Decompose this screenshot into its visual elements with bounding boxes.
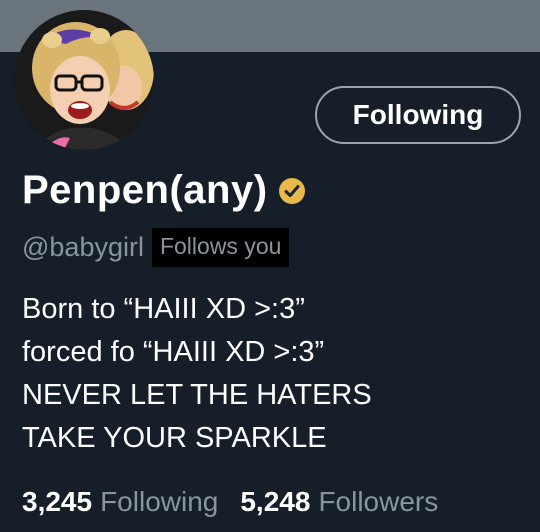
followers-stat[interactable]: 5,248 Followers [240,486,438,518]
profile-card: Following Penpen(any) @babygirl Follows … [0,0,540,532]
verified-badge-icon [278,177,305,204]
following-button[interactable]: Following [315,86,521,144]
avatar-photo [14,10,154,150]
handle-row: @babygirl Follows you [22,228,290,267]
following-stat[interactable]: 3,245 Following [22,486,218,518]
followers-count: 5,248 [240,486,311,517]
following-label: Following [100,486,219,517]
bio-line: TAKE YOUR SPARKLE [22,422,327,454]
follows-you-badge: Follows you [151,228,290,267]
display-name: Penpen(any) [22,168,268,212]
bio-line: Born to “HAIII XD >:3” [22,293,305,325]
name-row: Penpen(any) [22,168,306,213]
username-handle: @babygirl [22,232,144,262]
avatar[interactable] [14,10,154,150]
bio-line: forced fo “HAIII XD >:3” [22,336,325,368]
bio: Born to “HAIII XD >:3” forced fo “HAIII … [22,288,522,460]
follow-stats: 3,245 Following 5,248 Followers [22,486,460,518]
following-count: 3,245 [22,486,93,517]
followers-label: Followers [318,486,439,517]
bio-line: NEVER LET THE HATERS [22,379,372,411]
